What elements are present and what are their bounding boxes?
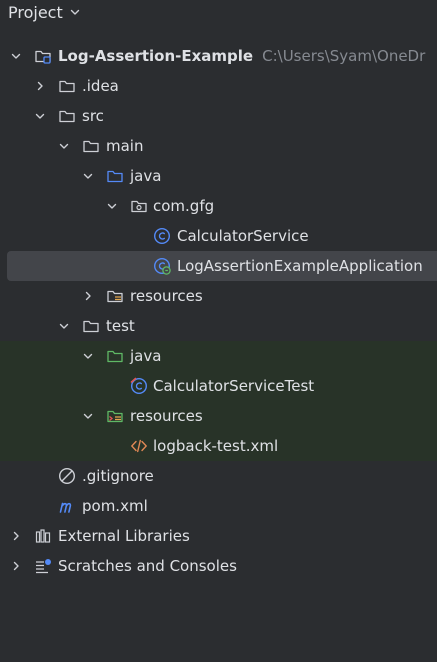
folder-icon <box>82 137 100 155</box>
scratches-icon <box>34 557 52 575</box>
tree-row-pom[interactable]: pom.xml <box>0 491 437 521</box>
tree-row-application[interactable]: LogAssertionExampleApplication <box>0 251 437 281</box>
tree-row-main-resources[interactable]: resources <box>0 281 437 311</box>
xml-file-icon <box>130 437 148 455</box>
module-icon <box>34 47 52 65</box>
maven-icon <box>58 497 76 515</box>
gitignore-icon <box>58 467 76 485</box>
tree-row-logback[interactable]: logback-test.xml <box>0 431 437 461</box>
tree-label-main: main <box>106 137 144 155</box>
tree-label-logback: logback-test.xml <box>153 437 279 455</box>
test-resources-folder-icon <box>106 407 124 425</box>
test-class-icon <box>130 377 148 395</box>
tree-row-gitignore[interactable]: .gitignore <box>0 461 437 491</box>
tree-row-test-resources[interactable]: resources <box>0 401 437 431</box>
tree-row-package[interactable]: com.gfg <box>0 191 437 221</box>
tree-row-src[interactable]: src <box>0 101 437 131</box>
tree-row-external-libraries[interactable]: External Libraries <box>0 521 437 551</box>
tree-label-application: LogAssertionExampleApplication <box>177 257 423 275</box>
project-title: Project <box>8 2 63 22</box>
tree-label-test-resources: resources <box>130 407 203 425</box>
tree-label-test: test <box>106 317 135 335</box>
class-icon <box>153 227 171 245</box>
tree-label-main-java: java <box>130 167 162 185</box>
folder-icon <box>58 77 76 95</box>
source-folder-icon <box>106 167 124 185</box>
chevron-down-icon[interactable] <box>10 50 22 62</box>
tree-row-calculator-service-test[interactable]: CalculatorServiceTest <box>0 371 437 401</box>
folder-icon <box>58 107 76 125</box>
tree-label-gitignore: .gitignore <box>82 467 154 485</box>
tree-root-path: C:\Users\Syam\OneDr <box>262 47 426 65</box>
tree-label-scratches: Scratches and Consoles <box>58 557 237 575</box>
chevron-down-icon[interactable] <box>69 6 81 18</box>
tree-label-test-java: java <box>130 347 162 365</box>
tree-row-main[interactable]: main <box>0 131 437 161</box>
project-header[interactable]: Project <box>0 0 437 24</box>
library-icon <box>34 527 52 545</box>
tree-label-calculator-service: CalculatorService <box>177 227 309 245</box>
chevron-down-icon[interactable] <box>58 320 70 332</box>
tree-row-test-java[interactable]: java <box>0 341 437 371</box>
tree-label-package: com.gfg <box>153 197 215 215</box>
tree-label-main-resources: resources <box>130 287 203 305</box>
chevron-right-icon[interactable] <box>82 290 94 302</box>
spring-class-icon <box>153 257 171 275</box>
chevron-down-icon[interactable] <box>106 200 118 212</box>
chevron-down-icon[interactable] <box>82 350 94 362</box>
resources-folder-icon <box>106 287 124 305</box>
tree-label-root: Log-Assertion-Example C:\Users\Syam\OneDr <box>58 47 426 65</box>
tree-label-external-libraries: External Libraries <box>58 527 190 545</box>
folder-icon <box>82 317 100 335</box>
tree-row-idea[interactable]: .idea <box>0 71 437 101</box>
tree-label-src: src <box>82 107 104 125</box>
chevron-down-icon[interactable] <box>58 140 70 152</box>
chevron-right-icon[interactable] <box>10 560 22 572</box>
tree-label-calculator-service-test: CalculatorServiceTest <box>153 377 315 395</box>
chevron-down-icon[interactable] <box>82 410 94 422</box>
chevron-right-icon[interactable] <box>10 530 22 542</box>
chevron-down-icon[interactable] <box>82 170 94 182</box>
chevron-right-icon[interactable] <box>34 80 46 92</box>
tree-row-test[interactable]: test <box>0 311 437 341</box>
project-tree: Log-Assertion-Example C:\Users\Syam\OneDr… <box>0 41 437 581</box>
tree-row-calculator-service[interactable]: CalculatorService <box>0 221 437 251</box>
tree-label-pom: pom.xml <box>82 497 148 515</box>
package-icon <box>130 197 148 215</box>
tree-row-scratches[interactable]: Scratches and Consoles <box>0 551 437 581</box>
tree-label-idea: .idea <box>82 77 119 95</box>
tree-row-main-java[interactable]: java <box>0 161 437 191</box>
test-folder-icon <box>106 347 124 365</box>
chevron-down-icon[interactable] <box>34 110 46 122</box>
tree-row-root[interactable]: Log-Assertion-Example C:\Users\Syam\OneDr <box>0 41 437 71</box>
